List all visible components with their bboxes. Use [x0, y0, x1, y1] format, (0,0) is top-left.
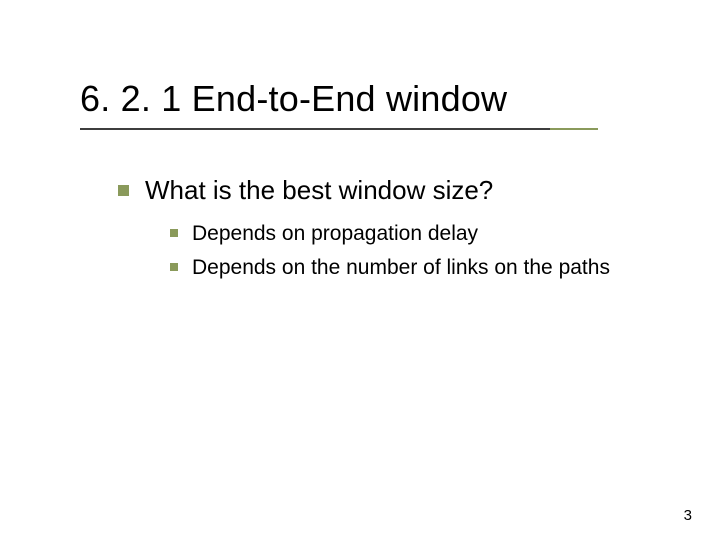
title-underline-accent: [550, 128, 598, 130]
title-block: 6. 2. 1 End-to-End window: [80, 78, 507, 120]
bullet-level2-list: Depends on propagation delay Depends on …: [170, 220, 640, 289]
bullet-level1: What is the best window size?: [118, 175, 493, 206]
level1-text: What is the best window size?: [145, 175, 493, 206]
list-item: Depends on propagation delay: [170, 220, 640, 248]
page-number: 3: [684, 507, 692, 524]
square-bullet-icon: [170, 263, 178, 271]
level2-text: Depends on the number of links on the pa…: [192, 254, 610, 282]
level2-text: Depends on propagation delay: [192, 220, 478, 248]
square-bullet-icon: [118, 185, 129, 196]
slide: 6. 2. 1 End-to-End window What is the be…: [0, 0, 720, 540]
square-bullet-icon: [170, 229, 178, 237]
slide-title: 6. 2. 1 End-to-End window: [80, 78, 507, 120]
title-underline: [80, 128, 550, 130]
list-item: Depends on the number of links on the pa…: [170, 254, 640, 282]
